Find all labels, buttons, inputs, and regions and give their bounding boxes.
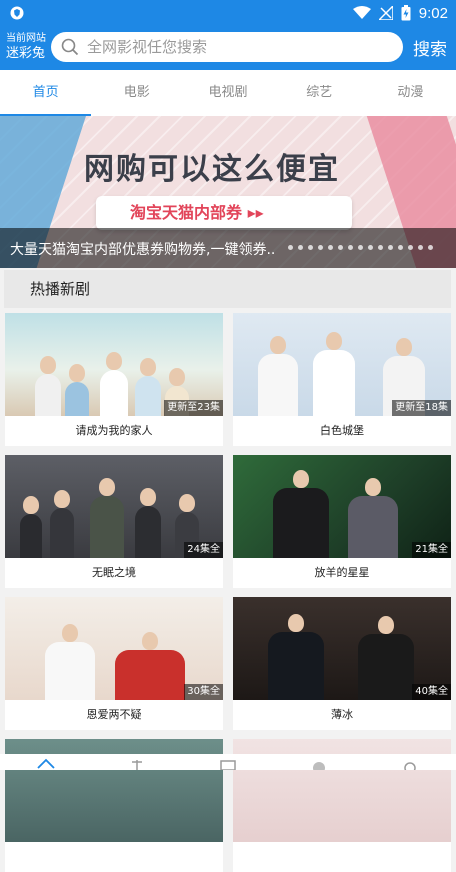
app-header: 当前网站 迷彩兔 搜索 bbox=[0, 26, 456, 70]
show-title: 白色城堡 bbox=[320, 424, 364, 437]
discover-icon bbox=[313, 762, 326, 770]
nav-home[interactable] bbox=[0, 754, 91, 770]
search-icon bbox=[61, 38, 79, 56]
show-title: 薄冰 bbox=[331, 708, 353, 721]
show-card[interactable]: 24集全 无眠之境 bbox=[5, 455, 223, 588]
episode-badge: 40集全 bbox=[412, 684, 451, 700]
episode-badge: 21集全 bbox=[412, 542, 451, 558]
show-card[interactable]: 21集全 放羊的星星 bbox=[233, 455, 451, 588]
app-shield-icon bbox=[10, 6, 24, 20]
current-site-name[interactable]: 迷彩兔 bbox=[6, 46, 45, 62]
nav-video[interactable] bbox=[91, 754, 182, 770]
banner-caption-bar: 大量天猫淘宝内部优惠券购物券,一键领券.. bbox=[0, 228, 456, 268]
show-poster: 40集全 bbox=[233, 597, 451, 700]
carousel-indicator[interactable] bbox=[288, 245, 433, 250]
tv-icon bbox=[220, 760, 236, 770]
show-poster: 24集全 bbox=[5, 455, 223, 558]
tab-movies[interactable]: 电影 bbox=[91, 70, 182, 116]
show-poster: 21集全 bbox=[233, 455, 451, 558]
banner-caption: 大量天猫淘宝内部优惠券购物券,一键领券.. bbox=[10, 242, 276, 258]
show-poster: 30集全 bbox=[5, 597, 223, 700]
banner-subtitle: 淘宝天猫内部券 ▸▸ bbox=[96, 196, 352, 230]
current-site-label: 当前网站 bbox=[6, 33, 46, 44]
video-icon bbox=[131, 760, 142, 770]
episode-badge: 更新至18集 bbox=[392, 400, 451, 416]
promo-banner[interactable]: 网购可以这么便宜 淘宝天猫内部券 ▸▸ 大量天猫淘宝内部优惠券购物券,一键领券.… bbox=[0, 116, 456, 268]
section-title: 热播新剧 bbox=[4, 270, 451, 308]
tab-tv-series[interactable]: 电视剧 bbox=[182, 70, 273, 116]
battery-charging-icon bbox=[401, 5, 411, 21]
nav-user[interactable] bbox=[365, 754, 456, 770]
bottom-navigation bbox=[0, 754, 456, 770]
signal-icon bbox=[378, 6, 393, 20]
show-poster: 更新至23集 bbox=[5, 313, 223, 416]
tab-anime[interactable]: 动漫 bbox=[365, 70, 456, 116]
episode-badge: 30集全 bbox=[184, 684, 223, 700]
show-title: 放羊的星星 bbox=[314, 566, 370, 579]
nav-discover[interactable] bbox=[274, 754, 365, 770]
show-card[interactable]: 40集全 薄冰 bbox=[233, 597, 451, 730]
search-input[interactable] bbox=[85, 37, 389, 57]
show-card[interactable]: 更新至23集 请成为我的家人 bbox=[5, 313, 223, 446]
search-box[interactable] bbox=[51, 32, 403, 62]
show-title: 请成为我的家人 bbox=[75, 424, 153, 437]
status-bar: 9:02 bbox=[0, 0, 456, 26]
show-card[interactable]: 30集全 恩爱两不疑 bbox=[5, 597, 223, 730]
show-poster: 更新至18集 bbox=[233, 313, 451, 416]
wifi-icon bbox=[352, 6, 371, 19]
nav-tv[interactable] bbox=[182, 754, 273, 770]
category-tabs: 首页 电影 电视剧 综艺 动漫 bbox=[0, 70, 456, 116]
tab-home[interactable]: 首页 bbox=[0, 70, 92, 116]
home-icon bbox=[36, 758, 55, 769]
show-title: 恩爱两不疑 bbox=[86, 708, 142, 721]
show-title: 无眠之境 bbox=[92, 566, 136, 579]
search-button[interactable]: 搜索 bbox=[413, 35, 447, 60]
tab-variety[interactable]: 综艺 bbox=[274, 70, 365, 116]
clock: 9:02 bbox=[418, 4, 448, 22]
user-icon bbox=[404, 762, 417, 770]
episode-badge: 24集全 bbox=[184, 542, 223, 558]
episode-badge: 更新至23集 bbox=[164, 400, 223, 416]
banner-headline: 网购可以这么便宜 bbox=[84, 152, 340, 187]
show-card[interactable]: 更新至18集 白色城堡 bbox=[233, 313, 451, 446]
